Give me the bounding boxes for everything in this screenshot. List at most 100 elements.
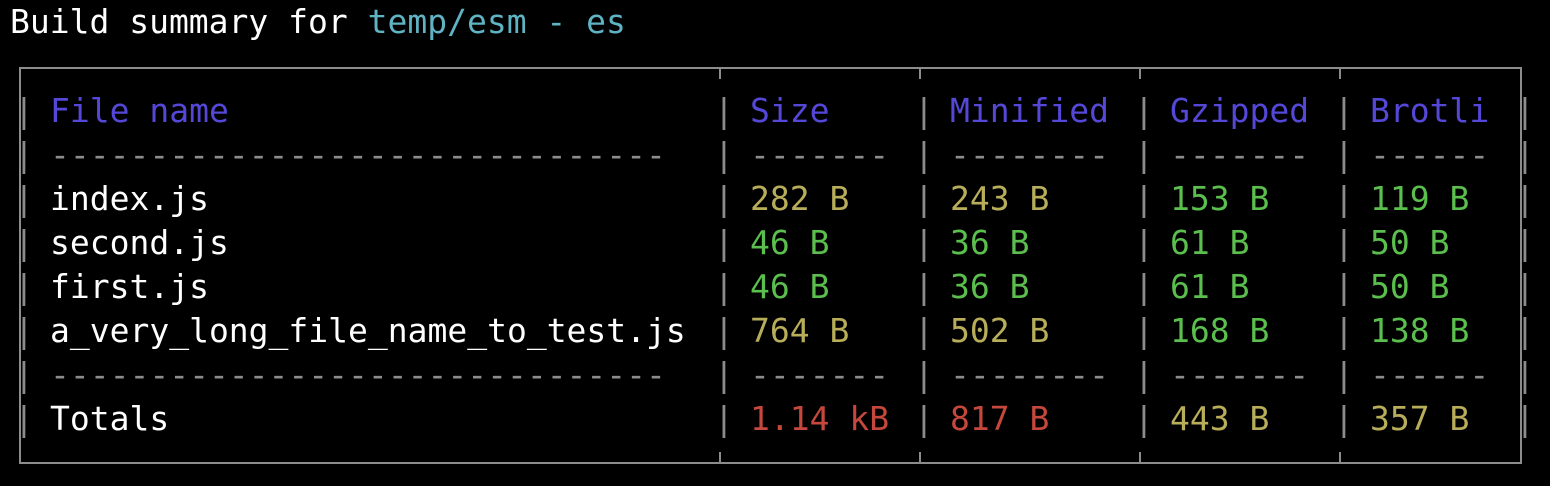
size-cell: 764 B: [750, 311, 850, 350]
column-separator: |: [714, 223, 734, 262]
column-separator: |: [714, 355, 734, 394]
column-separator: |: [1134, 355, 1154, 394]
column-separator: |: [1515, 91, 1535, 130]
table-top-border: [19, 67, 1522, 69]
gzipped-cell: 153 B: [1170, 179, 1270, 218]
gzipped-cell: 168 B: [1170, 311, 1270, 350]
column-separator: |: [1134, 223, 1154, 262]
column-separator: |: [1334, 267, 1354, 306]
totals-divider: --------: [950, 355, 1109, 394]
column-separator: |: [1515, 179, 1535, 218]
totals-divider: -------: [1170, 355, 1310, 394]
column-separator: |: [1515, 355, 1535, 394]
brotli-cell: 50 B: [1370, 267, 1450, 306]
header-divider: --------: [950, 135, 1109, 174]
size-cell: 46 B: [750, 267, 830, 306]
column-header: Size: [750, 91, 830, 130]
header-divider: ------: [1370, 135, 1490, 174]
column-divider-2-bottom: [919, 452, 921, 464]
column-header: Brotli: [1370, 91, 1490, 130]
brotli-cell: 50 B: [1370, 223, 1450, 262]
column-separator: |: [1334, 355, 1354, 394]
column-separator: |: [714, 267, 734, 306]
column-separator: |: [1334, 179, 1354, 218]
size-cell: 282 B: [750, 179, 850, 218]
header-divider: -------: [750, 135, 890, 174]
column-header: File name: [50, 91, 229, 130]
column-separator: |: [714, 399, 734, 438]
column-separator: |: [1515, 223, 1535, 262]
column-separator: |: [914, 311, 934, 350]
column-divider-2: [919, 67, 921, 79]
total-size-cell: 1.14 kB: [750, 399, 890, 438]
column-separator: |: [1515, 135, 1535, 174]
column-divider-3-bottom: [1139, 452, 1141, 464]
totals-label: Totals: [50, 399, 170, 438]
gzipped-cell: 61 B: [1170, 267, 1250, 306]
column-divider-3: [1139, 67, 1141, 79]
column-separator: |: [1134, 399, 1154, 438]
header-divider: -------------------------------: [50, 135, 666, 174]
totals-divider: -------------------------------: [50, 355, 666, 394]
column-divider-1: [719, 67, 721, 79]
build-target: temp/esm - es: [367, 2, 626, 41]
column-separator: |: [714, 311, 734, 350]
column-separator: |: [914, 135, 934, 174]
column-separator: |: [14, 311, 34, 350]
file-name-cell: second.js: [50, 223, 229, 262]
column-separator: |: [14, 223, 34, 262]
column-separator: |: [14, 399, 34, 438]
title-prefix: Build summary for: [10, 2, 368, 41]
column-separator: |: [914, 91, 934, 130]
column-separator: |: [1134, 311, 1154, 350]
column-separator: |: [1515, 311, 1535, 350]
column-divider-4: [1339, 67, 1341, 79]
column-separator: |: [1334, 223, 1354, 262]
header-divider: -------: [1170, 135, 1310, 174]
column-separator: |: [14, 135, 34, 174]
column-divider-4-bottom: [1339, 452, 1341, 464]
minified-cell: 502 B: [950, 311, 1050, 350]
build-summary-title: Build summary for temp/esm - es: [10, 0, 626, 44]
column-separator: |: [1334, 399, 1354, 438]
column-separator: |: [1134, 91, 1154, 130]
column-separator: |: [914, 399, 934, 438]
column-separator: |: [1334, 311, 1354, 350]
table-bottom-border: [19, 462, 1522, 464]
column-separator: |: [714, 91, 734, 130]
column-separator: |: [1515, 399, 1535, 438]
column-divider-1-bottom: [719, 452, 721, 464]
file-name-cell: first.js: [50, 267, 209, 306]
brotli-cell: 119 B: [1370, 179, 1470, 218]
minified-cell: 243 B: [950, 179, 1050, 218]
gzipped-cell: 61 B: [1170, 223, 1250, 262]
column-separator: |: [14, 355, 34, 394]
minified-cell: 36 B: [950, 223, 1030, 262]
column-separator: |: [14, 91, 34, 130]
column-separator: |: [1134, 267, 1154, 306]
file-name-cell: a_very_long_file_name_to_test.js: [50, 311, 686, 350]
column-separator: |: [1334, 135, 1354, 174]
totals-divider: ------: [1370, 355, 1490, 394]
size-cell: 46 B: [750, 223, 830, 262]
column-separator: |: [914, 179, 934, 218]
file-name-cell: index.js: [50, 179, 209, 218]
column-header: Minified: [950, 91, 1109, 130]
column-separator: |: [14, 179, 34, 218]
minified-cell: 36 B: [950, 267, 1030, 306]
column-separator: |: [14, 267, 34, 306]
column-separator: |: [1334, 91, 1354, 130]
column-separator: |: [914, 355, 934, 394]
column-separator: |: [714, 179, 734, 218]
brotli-cell: 138 B: [1370, 311, 1470, 350]
column-separator: |: [1134, 135, 1154, 174]
column-separator: |: [1134, 179, 1154, 218]
total-brotli-cell: 357 B: [1370, 399, 1470, 438]
column-separator: |: [914, 267, 934, 306]
totals-divider: -------: [750, 355, 890, 394]
column-separator: |: [714, 135, 734, 174]
column-separator: |: [1515, 267, 1535, 306]
total-minified-cell: 817 B: [950, 399, 1050, 438]
total-gzipped-cell: 443 B: [1170, 399, 1270, 438]
column-separator: |: [914, 223, 934, 262]
